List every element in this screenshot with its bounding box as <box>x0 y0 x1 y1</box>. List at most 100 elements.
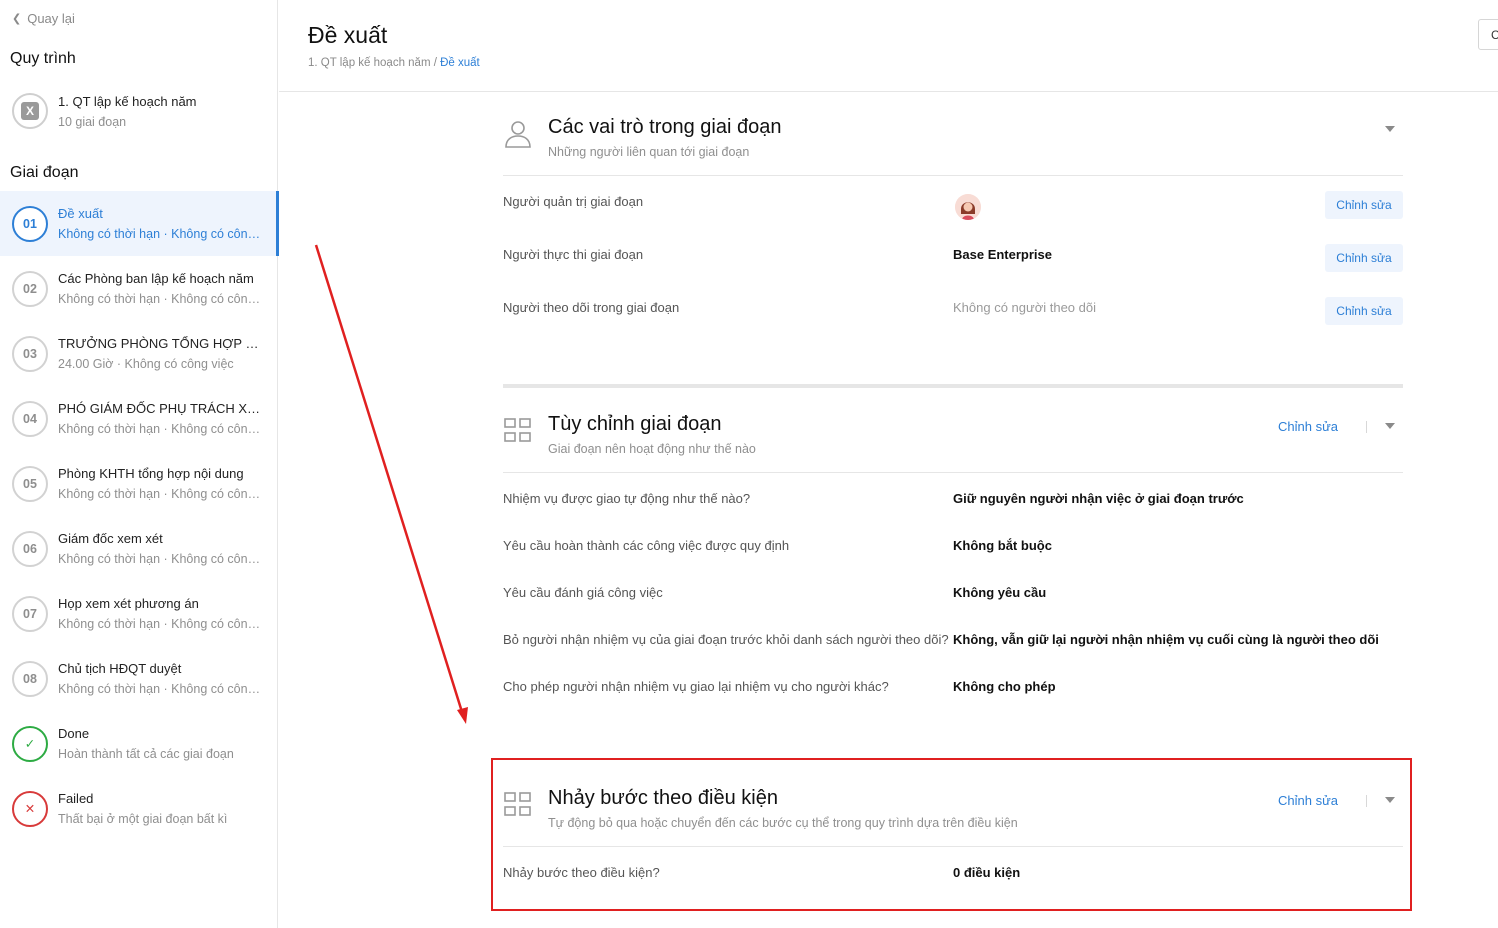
stage-item-05[interactable]: 05 Phòng KHTH tổng hợp nội dung Không có … <box>0 451 278 516</box>
custom-row: Yêu cầu đánh giá công việc Không yêu cầu <box>503 567 1403 614</box>
custom-title: Tùy chỉnh giai đoạn <box>548 413 722 435</box>
breadcrumb-parent[interactable]: 1. QT lập kế hoạch năm <box>308 57 431 69</box>
stage-meta: Không có thời hạn · Không có công việc <box>58 682 263 696</box>
role-row-executor: Người thực thi giai đoạn Base Enterprise… <box>503 229 1403 282</box>
edit-follower-button[interactable]: Chỉnh sửa <box>1325 297 1403 325</box>
stage-name: Failed <box>58 791 94 806</box>
caret-down-icon[interactable] <box>1385 423 1395 429</box>
custom-value: Không cho phép <box>953 679 1056 694</box>
stage-item-03[interactable]: 03 TRƯỞNG PHÒNG TỔNG HỢP KẾ HOẠCH 24.00 G… <box>0 321 278 386</box>
roles-subtitle: Những người liên quan tới giai đoạn <box>548 145 750 159</box>
vertical-separator <box>1366 421 1367 433</box>
stage-name: TRƯỞNG PHÒNG TỔNG HỢP KẾ HOẠCH <box>58 336 263 351</box>
stage-meta: Thất bại ở một giai đoạn bất kì <box>58 812 228 826</box>
stage-meta: Hoàn thành tất cả các giai đoạn <box>58 747 234 761</box>
stage-meta: Không có thời hạn · Không có công việc <box>58 292 263 306</box>
stage-number: 07 <box>12 595 48 632</box>
back-label: Quay lại <box>27 11 75 26</box>
chevron-left-icon: ❮ <box>12 13 22 25</box>
stage-name: Các Phòng ban lập kế hoạch năm <box>58 271 254 286</box>
section-divider <box>503 384 1403 388</box>
stage-item-08[interactable]: 08 Chủ tịch HĐQT duyệt Không có thời hạn … <box>0 646 278 711</box>
stage-item-failed[interactable]: ✕ Failed Thất bại ở một giai đoạn bất kì <box>0 776 278 841</box>
stage-item-07[interactable]: 07 Họp xem xét phương án Không có thời hạ… <box>0 581 278 646</box>
sidebar: ❮ Quay lại Quy trình X 1. QT lập kế hoạc… <box>0 0 279 928</box>
custom-value: Không bắt buộc <box>953 538 1052 553</box>
edit-admin-button[interactable]: Chỉnh sửa <box>1325 191 1403 219</box>
custom-label: Cho phép người nhận nhiệm vụ giao lại nh… <box>503 679 889 694</box>
stage-meta: 24.00 Giờ · Không có công việc <box>58 357 234 371</box>
roles-section-header: Các vai trò trong giai đoạn Những người … <box>503 92 1403 176</box>
process-meta: 10 giai đoạn <box>58 114 127 129</box>
stage-section-title: Giai đoạn <box>10 164 79 181</box>
process-section-title: Quy trình <box>10 50 76 67</box>
custom-section: Tùy chỉnh giai đoạn Giai đoạn nên hoạt đ… <box>503 389 1403 708</box>
stage-item-04[interactable]: 04 PHÓ GIÁM ĐỐC PHỤ TRÁCH XEM XÉT Không c… <box>0 386 278 451</box>
stage-number: 05 <box>12 465 48 502</box>
custom-row: Yêu cầu hoàn thành các công việc được qu… <box>503 520 1403 567</box>
stage-meta: Không có thời hạn · Không có công việc <box>58 227 263 241</box>
grid-icon <box>504 418 531 442</box>
stage-item-done[interactable]: ✓ Done Hoàn thành tất cả các giai đoạn <box>0 711 278 776</box>
roles-title: Các vai trò trong giai đoạn <box>548 116 782 138</box>
caret-down-icon[interactable] <box>1385 126 1395 132</box>
role-row-follower: Người theo dõi trong giai đoạn Không có … <box>503 282 1403 335</box>
stage-item-02[interactable]: 02 Các Phòng ban lập kế hoạch năm Không c… <box>0 256 278 321</box>
cross-icon: ✕ <box>12 790 48 827</box>
custom-value: Giữ nguyên người nhận việc ở giai đoạn t… <box>953 491 1244 506</box>
stage-number: 03 <box>12 335 48 372</box>
stage-number: 06 <box>12 530 48 567</box>
stage-name: Phòng KHTH tổng hợp nội dung <box>58 466 244 481</box>
role-value: Base Enterprise <box>953 247 1052 262</box>
stage-name: Chủ tịch HĐQT duyệt <box>58 661 182 676</box>
custom-label: Yêu cầu đánh giá công việc <box>503 585 663 600</box>
stage-meta: Không có thời hạn · Không có công việc <box>58 487 263 501</box>
stage-item-01[interactable]: 01 Đề xuất Không có thời hạn · Không có c… <box>0 191 279 256</box>
custom-section-header: Tùy chỉnh giai đoạn Giai đoạn nên hoạt đ… <box>503 389 1403 473</box>
role-label: Người quản trị giai đoạn <box>503 194 644 209</box>
back-link[interactable]: ❮ Quay lại <box>12 11 75 26</box>
custom-value: Không, vẫn giữ lại người nhận nhiệm vụ c… <box>953 632 1379 647</box>
stage-item-06[interactable]: 06 Giám đốc xem xét Không có thời hạn · K… <box>0 516 278 581</box>
role-value: Không có người theo dõi <box>953 300 1096 315</box>
role-row-admin: Người quản trị giai đoạn Chỉnh sửa <box>503 176 1403 229</box>
stage-meta: Không có thời hạn · Không có công việc <box>58 617 263 631</box>
role-label: Người thực thi giai đoạn <box>503 247 644 262</box>
custom-row: Cho phép người nhận nhiệm vụ giao lại nh… <box>503 661 1403 708</box>
stage-name: PHÓ GIÁM ĐỐC PHỤ TRÁCH XEM XÉT <box>58 401 263 416</box>
stage-name: Đề xuất <box>58 206 103 221</box>
avatar <box>955 194 981 220</box>
process-icon: X <box>12 93 48 129</box>
stage-number: 04 <box>12 400 48 437</box>
process-item[interactable]: X 1. QT lập kế hoạch năm 10 giai đoạn <box>12 89 272 133</box>
custom-label: Yêu cầu hoàn thành các công việc được qu… <box>503 538 790 553</box>
edit-executor-button[interactable]: Chỉnh sửa <box>1325 244 1403 272</box>
stage-meta: Không có thời hạn · Không có công việc <box>58 552 263 566</box>
user-icon <box>505 121 531 148</box>
edit-custom-button[interactable]: Chỉnh sửa <box>1278 419 1338 434</box>
custom-subtitle: Giai đoạn nên hoạt động như thế nào <box>548 442 756 456</box>
stage-number: 02 <box>12 270 48 307</box>
custom-label: Nhiệm vụ được giao tự động như thế nào? <box>503 491 751 506</box>
custom-label: Bỏ người nhận nhiệm vụ của giai đoạn trư… <box>503 632 949 647</box>
stage-name: Done <box>58 726 90 741</box>
stage-list: 01 Đề xuất Không có thời hạn · Không có c… <box>0 191 279 841</box>
process-name: 1. QT lập kế hoạch năm <box>58 93 197 109</box>
page-title: Đề xuất <box>308 22 388 48</box>
stage-meta: Không có thời hạn · Không có công việc <box>58 422 263 436</box>
highlight-box <box>491 758 1412 911</box>
stage-name: Giám đốc xem xét <box>58 531 163 546</box>
breadcrumb: 1. QT lập kế hoạch năm / Đề xuất <box>308 57 480 69</box>
custom-row: Bỏ người nhận nhiệm vụ của giai đoạn trư… <box>503 614 1403 661</box>
top-right-button[interactable]: C <box>1478 19 1498 50</box>
stage-name: Họp xem xét phương án <box>58 596 199 611</box>
roles-section: Các vai trò trong giai đoạn Những người … <box>503 92 1403 335</box>
stage-number: 08 <box>12 660 48 697</box>
stage-number: 01 <box>12 205 48 242</box>
custom-row: Nhiệm vụ được giao tự động như thế nào? … <box>503 473 1403 520</box>
check-icon: ✓ <box>12 725 48 762</box>
breadcrumb-current: Đề xuất <box>440 57 480 69</box>
breadcrumb-separator: / <box>430 57 441 69</box>
role-label: Người theo dõi trong giai đoạn <box>503 300 680 315</box>
custom-value: Không yêu cầu <box>953 585 1047 600</box>
